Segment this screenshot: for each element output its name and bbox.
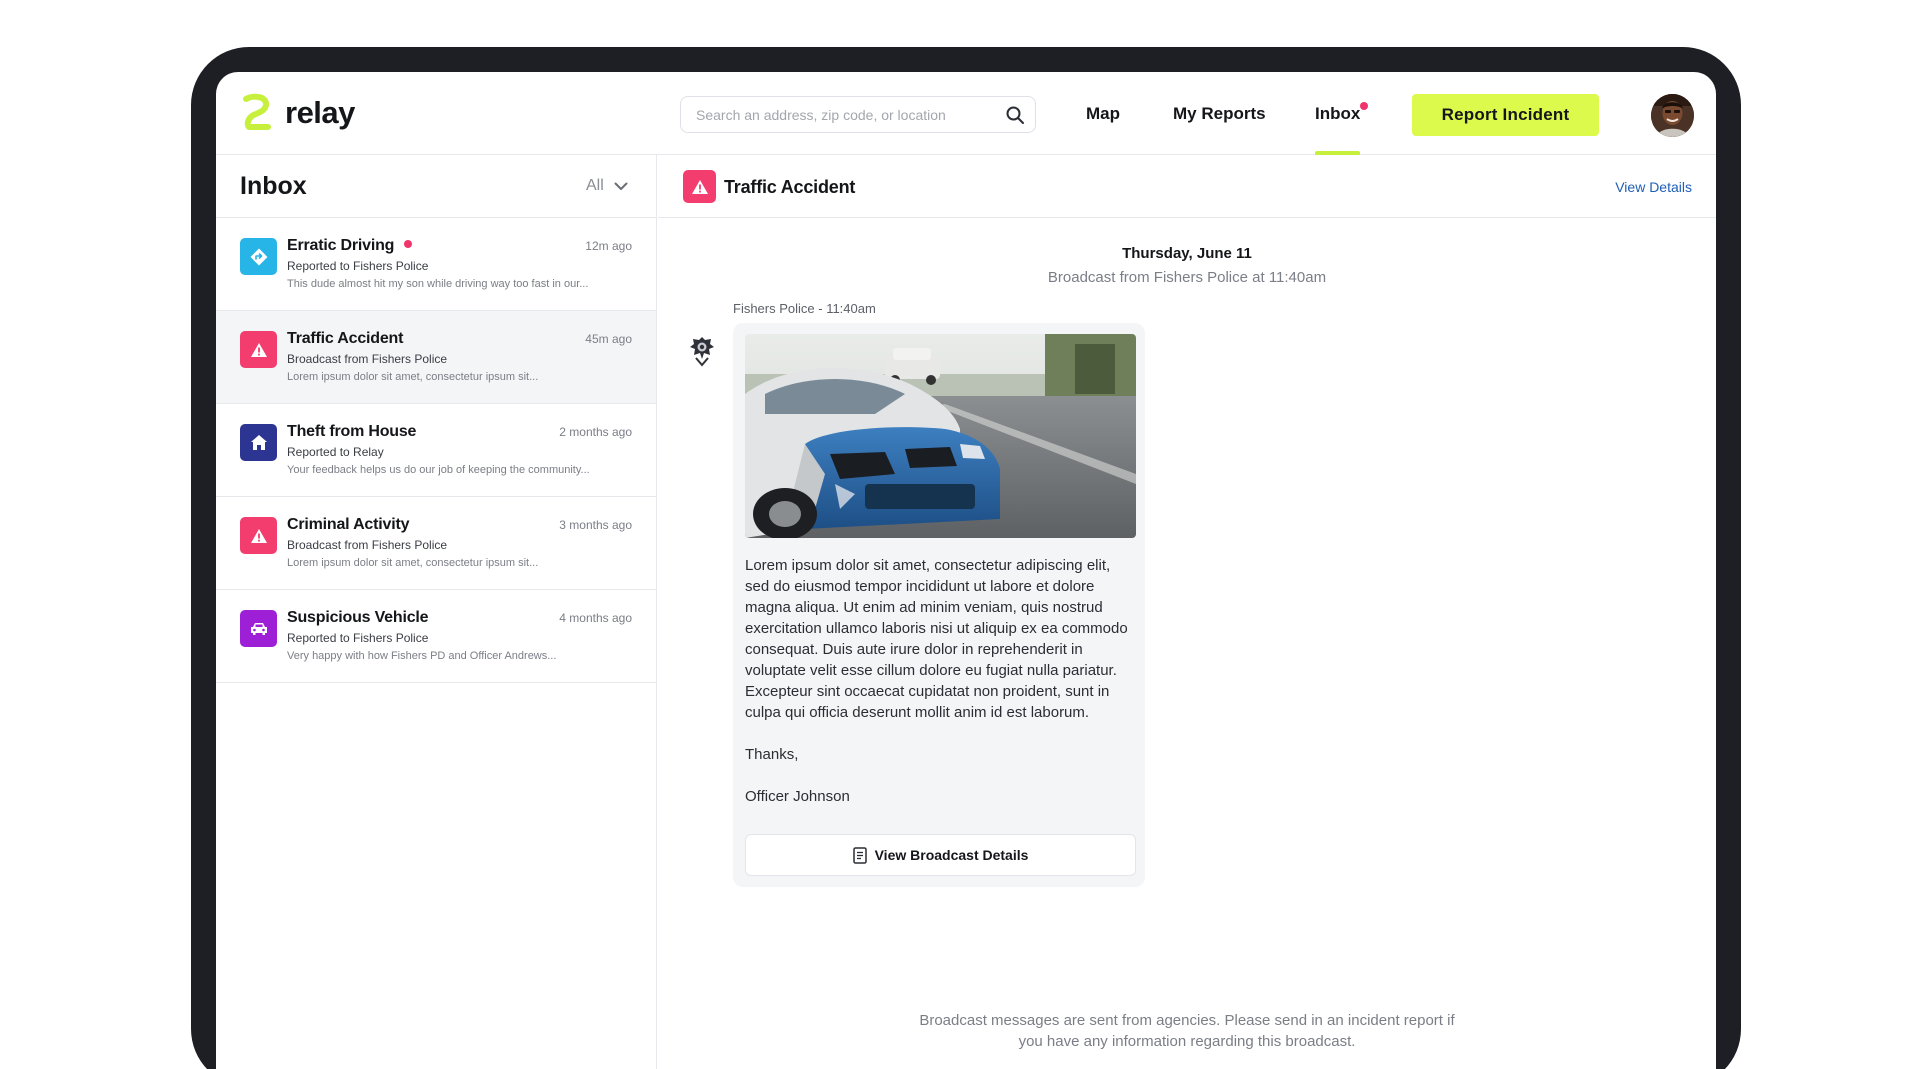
- item-source: Reported to Relay: [287, 445, 384, 459]
- avatar-image: [1651, 94, 1694, 137]
- inbox-header: Inbox All: [216, 155, 656, 218]
- item-source: Reported to Fishers Police: [287, 259, 429, 273]
- warning-icon: [250, 528, 267, 543]
- inbox-item-erratic-driving[interactable]: Erratic Driving 12m ago Reported to Fish…: [216, 218, 656, 311]
- item-source: Broadcast from Fishers Police: [287, 538, 448, 552]
- item-preview: Your feedback helps us do our job of kee…: [287, 464, 590, 476]
- item-badge: [240, 517, 277, 554]
- inbox-pane: Inbox All Erratic Driving 12m ago Report…: [216, 155, 657, 1069]
- item-time: 3 months ago: [559, 518, 632, 532]
- car-icon: [250, 622, 267, 635]
- item-title-text: Erratic Driving: [287, 237, 395, 254]
- item-badge: [240, 238, 277, 275]
- warning-icon: [691, 179, 708, 194]
- report-incident-button[interactable]: Report Incident: [1412, 94, 1599, 136]
- item-badge: [240, 610, 277, 647]
- item-title: Suspicious Vehicle: [287, 609, 429, 626]
- police-badge-icon: [690, 337, 714, 367]
- inbox-filter-dropdown[interactable]: All: [586, 177, 628, 195]
- message-body: Lorem ipsum dolor sit amet, consectetur …: [745, 555, 1137, 807]
- nav-inbox[interactable]: Inbox: [1315, 72, 1369, 155]
- inbox-item-criminal-activity[interactable]: Criminal Activity 3 months ago Broadcast…: [216, 497, 656, 590]
- item-time: 45m ago: [585, 332, 632, 346]
- crashed-car-image: [745, 334, 1136, 538]
- relay-logo[interactable]: relay: [241, 92, 355, 134]
- road-sign-icon: [250, 248, 267, 265]
- nav-inbox-label: Inbox: [1315, 103, 1361, 123]
- item-preview: Very happy with how Fishers PD and Offic…: [287, 650, 557, 662]
- document-icon: [852, 846, 867, 864]
- message-sender: Fishers Police - 11:40am: [733, 301, 876, 316]
- message-detail-pane: Traffic Accident View Details Thursday, …: [658, 155, 1716, 1069]
- item-title: Theft from House: [287, 423, 417, 440]
- warning-icon: [250, 342, 267, 357]
- message-paragraph: Lorem ipsum dolor sit amet, consectetur …: [745, 557, 1128, 721]
- relay-logo-icon: [243, 93, 271, 130]
- item-time: 2 months ago: [559, 425, 632, 439]
- view-details-link[interactable]: View Details: [1615, 179, 1692, 195]
- item-title: Criminal Activity: [287, 516, 410, 533]
- broadcast-info: Broadcast from Fishers Police at 11:40am: [1047, 269, 1327, 286]
- search-box[interactable]: [680, 96, 1036, 133]
- item-time: 4 months ago: [559, 611, 632, 625]
- detail-badge: [683, 170, 716, 203]
- inbox-notification-dot: [1360, 102, 1369, 110]
- item-title: Traffic Accident: [287, 330, 404, 347]
- nav-map-label: Map: [1086, 103, 1120, 123]
- filter-value: All: [586, 177, 604, 194]
- item-source: Reported to Fishers Police: [287, 631, 429, 645]
- inbox-item-suspicious-vehicle[interactable]: Suspicious Vehicle 4 months ago Reported…: [216, 590, 656, 683]
- message-bubble: Lorem ipsum dolor sit amet, consectetur …: [733, 323, 1145, 887]
- view-broadcast-details-button[interactable]: View Broadcast Details: [745, 834, 1136, 876]
- item-time: 12m ago: [585, 239, 632, 253]
- chevron-down-icon: [614, 182, 628, 190]
- nav-my-reports[interactable]: My Reports: [1173, 72, 1266, 155]
- item-preview: Lorem ipsum dolor sit amet, consectetur …: [287, 371, 539, 383]
- item-badge: [240, 331, 277, 368]
- detail-header: Traffic Accident View Details: [658, 155, 1716, 218]
- item-preview: This dude almost hit my son while drivin…: [287, 278, 589, 290]
- top-navigation-bar: relay Map My Reports Inbox Report Incide…: [216, 72, 1716, 155]
- user-avatar[interactable]: [1651, 94, 1694, 137]
- app-screen: relay Map My Reports Inbox Report Incide…: [216, 72, 1716, 1069]
- item-title: Erratic Driving: [287, 237, 413, 255]
- broadcast-button-label: View Broadcast Details: [874, 847, 1029, 863]
- inbox-item-traffic-accident[interactable]: Traffic Accident 45m ago Broadcast from …: [216, 311, 656, 404]
- unread-dot: [404, 239, 413, 248]
- message-signature: Officer Johnson: [745, 788, 850, 805]
- logo-text: relay: [285, 95, 355, 130]
- accident-photo[interactable]: [745, 334, 1136, 538]
- message-thanks: Thanks,: [745, 746, 799, 763]
- nav-my-reports-label: My Reports: [1173, 103, 1266, 123]
- inbox-item-theft-from-house[interactable]: Theft from House 2 months ago Reported t…: [216, 404, 656, 497]
- inbox-title: Inbox: [240, 172, 307, 200]
- item-preview: Lorem ipsum dolor sit amet, consectetur …: [287, 557, 539, 569]
- search-icon[interactable]: [1005, 105, 1025, 125]
- broadcast-footnote: Broadcast messages are sent from agencie…: [919, 1012, 1455, 1050]
- house-icon: [250, 435, 267, 450]
- search-input[interactable]: [681, 97, 991, 132]
- nav-map[interactable]: Map: [1086, 72, 1120, 155]
- message-date: Thursday, June 11: [1122, 245, 1252, 262]
- item-badge: [240, 424, 277, 461]
- item-source: Broadcast from Fishers Police: [287, 352, 448, 366]
- detail-title: Traffic Accident: [724, 177, 856, 197]
